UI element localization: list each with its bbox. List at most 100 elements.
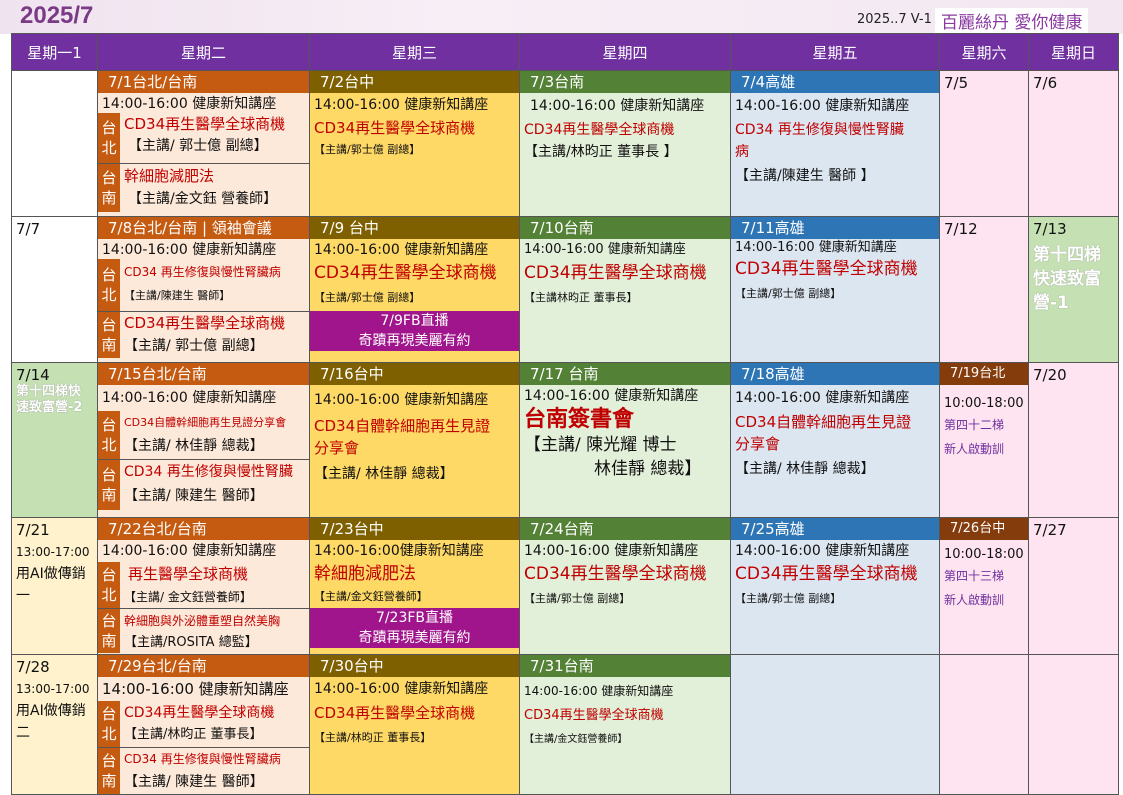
date-header: 7/26台中: [940, 518, 1028, 540]
session-speaker: 【主講/ 郭士億 副總】: [124, 338, 264, 354]
event-line-2: 快速致富: [1033, 269, 1101, 289]
seminar-time: 14:00-16:00 健康新知講座: [735, 390, 910, 406]
session-tainan: 台南 幹細胞與外泌體重塑自然美胸 【主講/ROSITA 總監】: [98, 608, 309, 653]
session-topic: CD34 再生修復與慢性腎臟病: [124, 265, 281, 279]
date-header: 7/30台中: [310, 655, 519, 677]
day-cell-0715: 7/15台北/台南 14:00-16:00 健康新知講座 台北 CD34自體幹細…: [97, 362, 310, 518]
event-speaker: 【主講/林昀正 董事長】: [314, 731, 432, 744]
date-label: 7/14: [16, 366, 50, 384]
date-label: 7/5: [944, 74, 969, 92]
seminar-time: 14:00-16:00健康新知講座: [314, 543, 484, 559]
event-speaker: 【主講/郭士億 副總】: [735, 592, 842, 605]
city-label: 台北: [98, 701, 120, 747]
day-cell-0706: 7/6: [1028, 70, 1119, 217]
seminar-time: 14:00-16:00 健康新知講座: [314, 97, 489, 113]
event-line-1: 第十四梯: [1033, 245, 1101, 265]
day-cell-0711: 7/11高雄 14:00-16:00 健康新知講座 CD34再生醫學全球商機 【…: [730, 216, 940, 363]
day-cell-0728: 7/28 13:00-17:00 用AI做傳銷 二: [11, 654, 98, 795]
city-label: 台北: [98, 259, 120, 311]
day-cell-empty: [1028, 654, 1119, 795]
seminar-time: 14:00-16:00 健康新知講座: [735, 98, 910, 114]
event-time: 10:00-18:00: [944, 547, 1024, 562]
event-speaker: 【主講/郭士億 副總】: [314, 291, 421, 304]
city-label: 台北: [98, 411, 120, 459]
day-cell-0720: 7/20: [1028, 362, 1119, 518]
session-topic: CD34再生醫學全球商機: [124, 705, 275, 721]
session-speaker: 【主講/ 陳建生 醫師】: [124, 774, 264, 790]
day-cell-0712: 7/12: [939, 216, 1029, 363]
fb-live-title: 7/23FB直播: [375, 610, 454, 626]
session-topic: CD34 再生修復與慢性腎臟病: [124, 752, 281, 766]
weekday-wed: 星期三: [309, 33, 520, 71]
date-header: 7/18高雄: [731, 363, 939, 385]
session-speaker: 【主講/陳建生 醫師】: [124, 289, 231, 302]
event-topic: CD34自體幹細胞再生見證: [735, 413, 912, 431]
event-topic: 幹細胞減肥法: [314, 564, 416, 584]
session-taipei: 台北 CD34再生醫學全球商機 【主講/ 郭士億 副總】: [98, 113, 309, 163]
event-topic-cont: 病: [735, 144, 749, 160]
event-topic: CD34 再生修復與慢性腎臟: [735, 122, 904, 138]
event-topic-cont: 分享會: [735, 435, 781, 453]
date-label: 7/7: [16, 220, 41, 238]
event-speaker-cont: 林佳靜 總裁】: [594, 459, 702, 479]
date-header: 7/8台北/台南 | 領袖會議: [98, 217, 309, 239]
date-label: 7/13: [1033, 220, 1067, 238]
session-tainan: 台南 CD34 再生修復與慢性腎臟病 【主講/ 陳建生 醫師】: [98, 747, 309, 794]
date-header: 7/1台北/台南: [98, 71, 309, 93]
event-topic: CD34再生醫學全球商機: [524, 263, 707, 283]
seminar-time: 14:00-16:00 健康新知講座: [102, 543, 277, 559]
event-line-1: 第四十三梯: [944, 569, 1005, 583]
date-header: 7/22台北/台南: [98, 518, 309, 540]
city-label: 台南: [98, 460, 120, 510]
date-header: 7/23台中: [310, 518, 519, 540]
session-taipei: 台北 CD34再生醫學全球商機 【主講/林昀正 董事長】: [98, 701, 309, 747]
day-cell-0729: 7/29台北/台南 14:00-16:00 健康新知講座 台北 CD34再生醫學…: [97, 654, 310, 795]
seminar-time: 14:00-16:00 健康新知講座: [735, 543, 910, 559]
event-line-1: 用AI做傳銷: [16, 566, 86, 582]
day-cell-0716: 7/16台中 14:00-16:00 健康新知講座 CD34自體幹細胞再生見證 …: [309, 362, 520, 518]
week-row-2: 7/7 7/8台北/台南 | 領袖會議 14:00-16:00 健康新知講座 台…: [11, 216, 1119, 363]
weekday-thu: 星期四: [519, 33, 731, 71]
session-topic: 幹細胞減肥法: [124, 167, 215, 185]
date-label: 7/27: [1033, 521, 1067, 539]
session-speaker: 【主講/ 金文鈺營養師】: [124, 590, 252, 604]
event-topic: CD34自體幹細胞再生見證: [314, 417, 491, 435]
weekday-tue: 星期二: [97, 33, 310, 71]
seminar-time: 14:00-16:00 健康新知講座: [524, 684, 674, 698]
event-speaker: 【主講/金文鈺營養師】: [524, 734, 628, 745]
date-label: 7/21: [16, 521, 50, 539]
seminar-time: 14:00-16:00 健康新知講座: [524, 242, 686, 257]
city-label: 台北: [98, 562, 120, 608]
day-cell-0707: 7/7: [11, 216, 98, 363]
day-cell-0702: 7/2台中 14:00-16:00 健康新知講座 CD34再生醫學全球商機 【主…: [309, 70, 520, 217]
day-cell-0719: 7/19台北 10:00-18:00 第四十二梯 新人啟動訓: [939, 362, 1029, 518]
day-cell-0730: 7/30台中 14:00-16:00 健康新知講座 CD34再生醫學全球商機 【…: [309, 654, 520, 795]
event-time: 13:00-17:00: [16, 545, 90, 559]
seminar-time: 14:00-16:00 健康新知講座: [524, 388, 699, 404]
seminar-time: 14:00-16:00 健康新知講座: [314, 242, 489, 258]
day-cell-0703: 7/3台南 14:00-16:00 健康新知講座 CD34再生醫學全球商機 【主…: [519, 70, 731, 217]
seminar-time: 14:00-16:00 健康新知講座: [530, 98, 705, 114]
event-speaker: 【主講/林昀正 董事長 】: [524, 144, 678, 160]
event-topic: CD34再生醫學全球商機: [314, 263, 497, 283]
city-label: 台南: [98, 748, 120, 794]
event-speaker: 【主講/ 陳光耀 博士: [524, 435, 677, 455]
event-line-2: 二: [16, 725, 30, 741]
event-topic: CD34再生醫學全球商機: [524, 122, 675, 138]
session-tainan: 台南 CD34 再生修復與慢性腎臟 【主講/ 陳建生 醫師】: [98, 459, 309, 510]
event-line-1: 第十四梯快: [16, 384, 82, 399]
event-line-3: 營-1: [1033, 293, 1069, 313]
day-cell-0726: 7/26台中 10:00-18:00 第四十三梯 新人啟動訓: [939, 517, 1029, 655]
event-title: 第十四梯快 速致富營-2: [13, 384, 97, 416]
event-speaker: 【主講/郭士億 副總】: [524, 592, 631, 605]
event-title: 第十四梯 快速致富 營-1: [1030, 241, 1118, 317]
city-label: 台南: [98, 609, 120, 653]
event-topic: CD34再生醫學全球商機: [314, 119, 476, 137]
session-speaker: 【主講/ 郭士億 副總】: [128, 138, 268, 154]
date-header: 7/11高雄: [731, 217, 939, 239]
event-line-2: 新人啟動訓: [944, 593, 1005, 607]
fb-live-box: 7/23FB直播 奇蹟再現美麗有約: [310, 608, 519, 648]
weekday-sat: 星期六: [939, 33, 1029, 71]
city-label: 台北: [98, 113, 120, 163]
session-topic: CD34再生醫學全球商機: [124, 314, 286, 332]
